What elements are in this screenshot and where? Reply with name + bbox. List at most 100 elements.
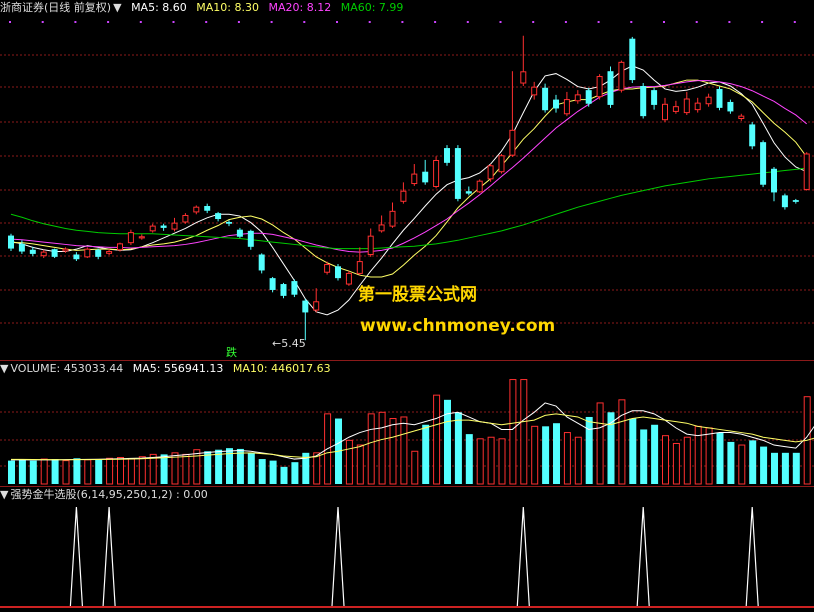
top-marker-dot [466,21,469,23]
volume-bar [465,434,473,484]
candle-body [694,102,701,111]
volume-bar [356,444,364,485]
candle-body [313,301,320,311]
candle-body [269,278,276,290]
volume-bar [62,460,70,485]
candle-body [629,38,636,81]
volume-bar [531,425,539,485]
volume-bar [117,457,124,485]
volume-bar [454,412,462,484]
candle-body [444,148,450,163]
candle-body [280,284,287,296]
candle-body [62,248,69,252]
volume-bar [29,460,37,484]
volume-bar [95,459,103,484]
volume-bar [781,452,789,484]
volume-bar [73,458,81,484]
stock-chart[interactable] [0,0,814,612]
volume-bar [487,436,495,485]
volume-bar [378,411,386,485]
candle-body [291,281,298,295]
top-marker-dot [793,21,796,23]
candle-body [193,206,200,213]
candle-body [433,159,440,187]
volume-bar [509,379,517,485]
candle-body [727,101,734,112]
candle-body [236,229,243,237]
volume-bar [651,424,659,484]
candle-body [607,71,614,105]
candle-body [117,243,123,251]
volume-bar [672,442,680,485]
signal-spike [516,506,530,607]
candle-body [553,99,559,109]
volume-bar [792,452,800,484]
candle-body [672,106,679,112]
volume-bar [727,441,735,484]
volume-bar [258,459,266,484]
candle-body [716,88,723,108]
volume-bar [563,432,571,485]
candle-body [138,236,145,239]
volume-bar [585,416,593,484]
candle-body [760,142,767,185]
volume-bar [596,402,604,485]
volume-bar [236,448,244,484]
volume-bar [204,451,212,484]
volume-bar [8,460,15,484]
candle-body [683,98,690,114]
top-marker-dot [172,21,175,23]
candle-body [356,261,363,274]
candle-body [215,213,222,220]
candle-body [182,214,189,223]
top-marker-dot [205,21,208,23]
volume-bar [422,424,430,484]
candle-body [498,155,505,173]
top-marker-dot [401,21,404,23]
candle-body [542,87,549,111]
candle-body [18,243,25,252]
volume-bar [291,462,299,484]
top-marker-dot [597,21,600,23]
low-price-label: ←5.45 [272,337,306,350]
candle-body [520,71,527,84]
volume-bar [138,456,146,485]
candle-body [247,230,254,247]
top-marker-dot [74,21,77,23]
candle-body [531,86,538,96]
volume-bar [640,429,648,484]
candle-body [84,248,91,258]
signal-label: 跌 [226,346,237,359]
top-marker-dot [532,21,535,23]
watermark-url[interactable]: www.chnmoney.com [360,316,555,336]
candle-body [51,249,58,257]
signal-spike [331,506,345,607]
candle-body [345,272,352,285]
candle-body [640,85,647,117]
candle-body [302,300,309,313]
top-marker-dot [237,21,240,23]
top-marker-dot [564,21,567,23]
volume-bar [18,459,26,484]
candle-body [749,124,756,147]
top-marker-dot [107,21,110,23]
volume-bar [476,438,484,485]
candle-body [258,254,265,271]
volume-bar [400,416,408,485]
top-marker-dot [9,21,11,23]
volume-bar [51,459,59,484]
candle-body [454,148,461,199]
candle-body [8,235,14,249]
candle-body [160,225,167,228]
top-marker-dot [368,21,371,23]
candle-body [585,90,592,104]
signal-spike [69,506,83,607]
candle-body [400,190,407,202]
candle-body [204,206,211,211]
top-marker-dot [728,21,731,23]
candle-body [651,90,658,105]
volume-bar [738,444,746,485]
volume-bar [553,423,560,484]
candle-body [29,249,36,254]
volume-bar [574,436,582,485]
